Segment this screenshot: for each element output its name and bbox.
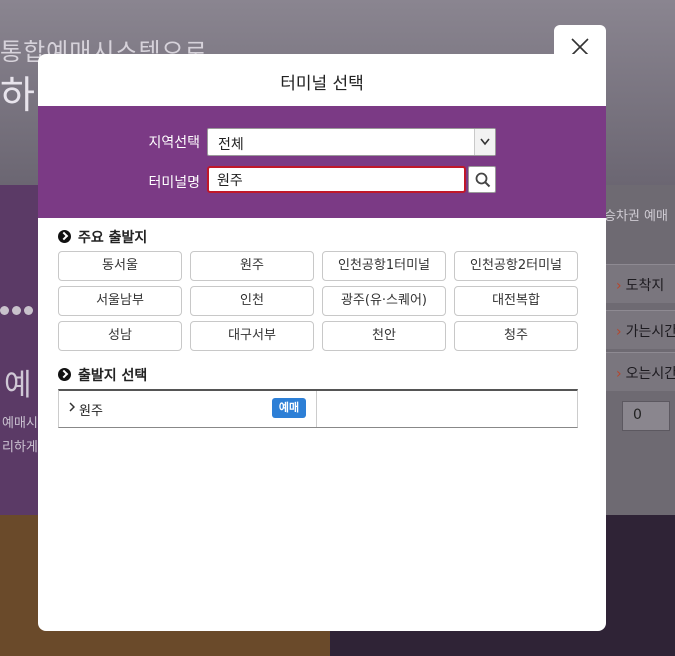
chevron-down-icon: [480, 138, 490, 146]
background-row-label: 오는시간: [625, 366, 675, 382]
background-left-panel: [0, 185, 40, 515]
terminal-chip[interactable]: 서울남부: [58, 286, 182, 316]
region-select-caret[interactable]: [474, 129, 495, 155]
departure-select-title: 출발지 선택: [78, 368, 148, 384]
terminal-chip[interactable]: 원주: [190, 251, 314, 281]
terminal-chip[interactable]: 대구서부: [190, 321, 314, 351]
background-left-text1: 예매시: [2, 416, 38, 431]
region-label: 지역선택: [148, 135, 200, 151]
chevron-right-icon: [69, 402, 75, 412]
terminal-chip[interactable]: 인천: [190, 286, 314, 316]
background-dots: [0, 300, 40, 320]
result-item-name: 원주: [79, 404, 103, 419]
chevron-right-icon: ›: [616, 324, 622, 340]
region-select[interactable]: 전체: [207, 128, 496, 156]
background-row-label: 가는시간: [625, 324, 675, 340]
circle-chevron-right-icon: [58, 368, 71, 381]
reservation-badge: 예매: [272, 398, 306, 418]
search-button[interactable]: [468, 166, 496, 193]
background-booking-panel: [604, 185, 675, 515]
background-slogan-line2: 하: [0, 73, 35, 117]
terminal-select-modal: 터미널 선택 지역선택 전체 터미널명 주요 출발지 동서울 원주 인천공항1터…: [38, 54, 606, 631]
modal-title: 터미널 선택: [280, 74, 364, 94]
background-row-label: 도착지: [625, 278, 665, 294]
terminal-chip[interactable]: 인천공항2터미널: [454, 251, 578, 281]
terminal-chip[interactable]: 광주(유·스퀘어): [322, 286, 446, 316]
departure-select-heading: 출발지 선택: [58, 365, 147, 385]
terminal-chip[interactable]: 성남: [58, 321, 182, 351]
chevron-right-icon: ›: [616, 366, 622, 382]
search-panel: 지역선택 전체 터미널명: [38, 106, 606, 218]
major-departures-heading: 주요 출발지: [58, 227, 147, 247]
result-item[interactable]: 원주 예매: [59, 391, 317, 427]
background-left-word: 예: [4, 368, 32, 403]
circle-chevron-right-icon: [58, 230, 71, 243]
search-icon: [475, 172, 491, 188]
background-count-select: 0: [622, 401, 670, 431]
terminal-chip[interactable]: 동서울: [58, 251, 182, 281]
background-tab-label: 승차권 예매: [604, 209, 668, 224]
terminal-chip[interactable]: 인천공항1터미널: [322, 251, 446, 281]
background-row-return-time: › 오는시간: [604, 352, 675, 391]
region-selected-value: 전체: [218, 137, 244, 153]
background-row-arrival: › 도착지: [604, 264, 675, 303]
terminal-chip[interactable]: 천안: [322, 321, 446, 351]
terminal-name-label: 터미널명: [148, 175, 200, 191]
terminal-search-input[interactable]: [207, 166, 466, 193]
background-count-value: 0: [633, 407, 642, 423]
background-row-depart-time: › 가는시간: [604, 310, 675, 349]
terminal-chip[interactable]: 청주: [454, 321, 578, 351]
background-left-text2: 리하게: [2, 440, 38, 455]
departure-result-table: 원주 예매: [58, 389, 578, 428]
major-departures-title: 주요 출발지: [78, 230, 148, 246]
terminal-chip[interactable]: 대전복합: [454, 286, 578, 316]
chevron-right-icon: ›: [616, 278, 622, 294]
